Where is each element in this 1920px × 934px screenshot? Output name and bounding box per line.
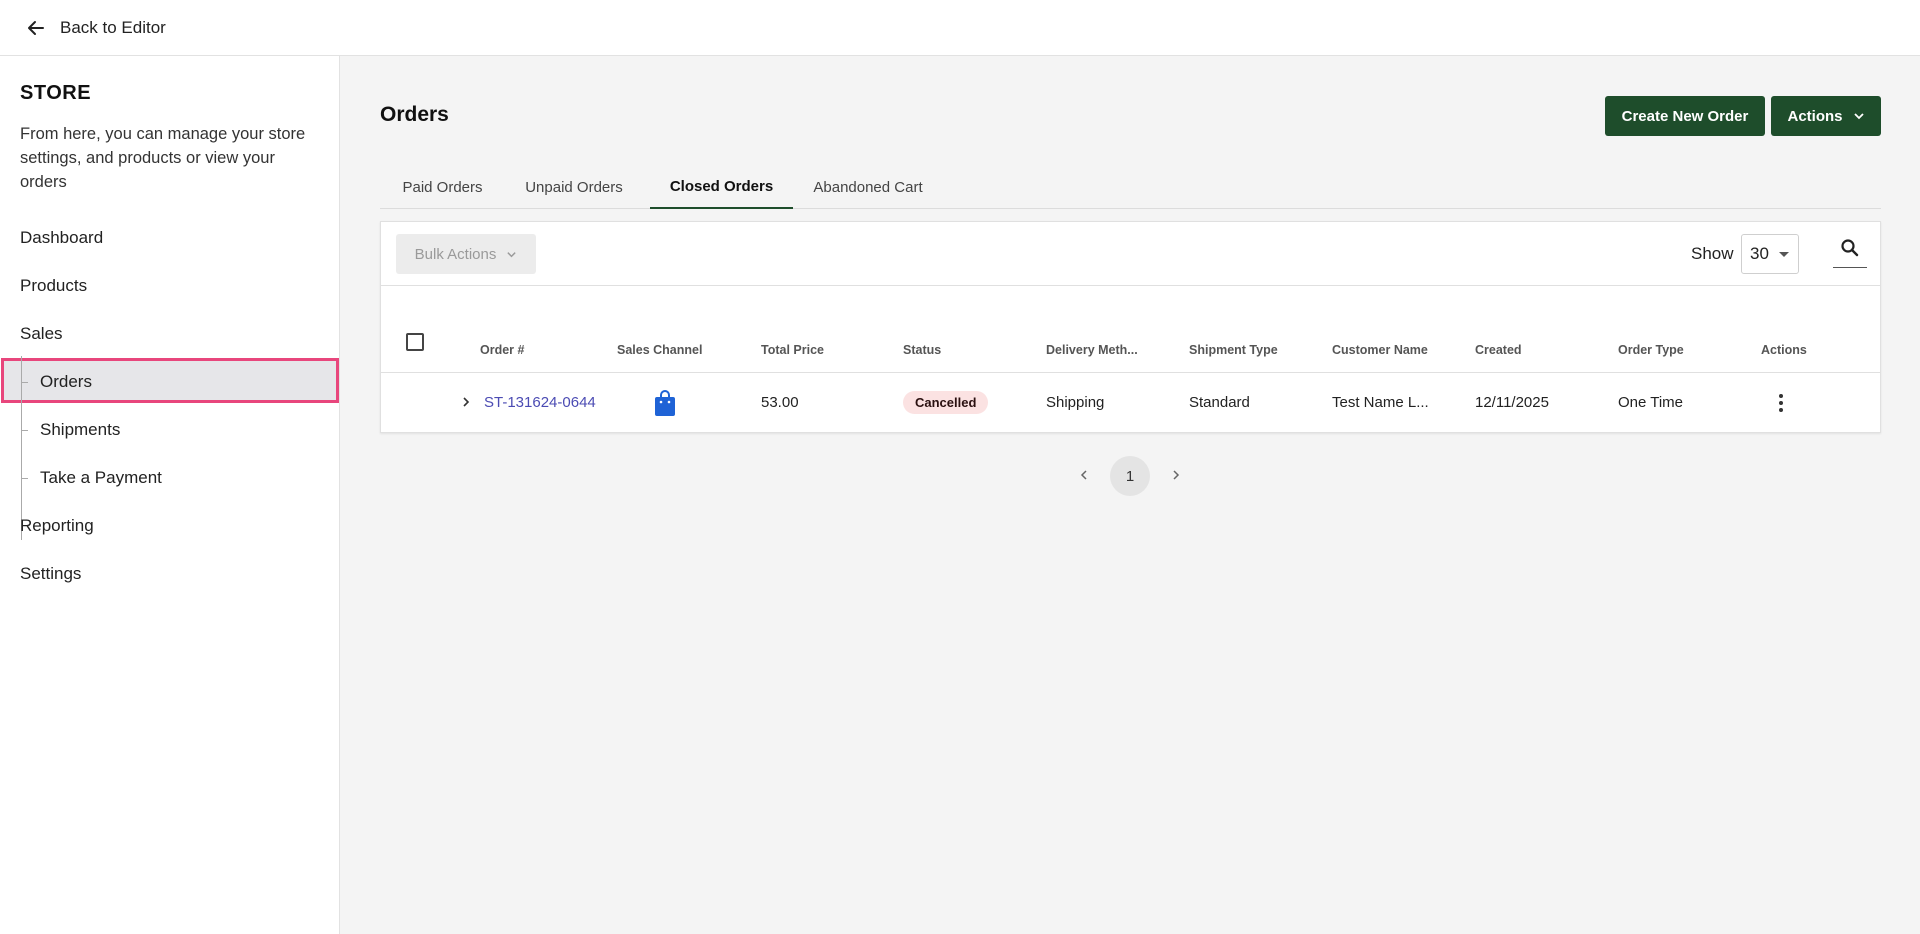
caret-down-icon [1778,251,1789,257]
page-size-select[interactable]: 30 [1741,234,1799,274]
table-header: Order # Sales Channel Total Price Status… [381,286,1880,373]
show-label: Show [1691,244,1734,263]
orders-table-card: Bulk Actions Show 30 Order # Sales Chann… [380,221,1881,433]
sidebar-item-shipments[interactable]: Shipments [40,420,120,440]
tree-tick [21,430,28,431]
order-type-cell: One Time [1618,394,1684,411]
actions-button[interactable]: Actions [1771,96,1881,136]
select-all-checkbox[interactable] [406,333,424,351]
top-bar: Back to Editor [0,0,1920,56]
delivery-method-cell: Shipping [1046,394,1105,411]
page-title: Orders [380,103,449,126]
order-number-link[interactable]: ST-131624-0644 [484,394,596,411]
sidebar: STORE From here, you can manage your sto… [0,56,340,934]
tab-closed-orders[interactable]: Closed Orders [650,166,793,209]
row-actions-menu-icon[interactable] [1771,392,1791,414]
table-row[interactable]: ST-131624-0644 53.00 Cancelled Shipping … [381,373,1880,433]
sidebar-item-reporting[interactable]: Reporting [20,516,94,536]
total-price-cell: 53.00 [761,394,799,411]
sidebar-item-dashboard[interactable]: Dashboard [20,228,103,248]
arrow-left-icon [28,20,44,35]
back-to-editor-link[interactable]: Back to Editor [26,18,166,38]
chevron-down-icon [507,251,517,257]
tab-unpaid-orders[interactable]: Unpaid Orders [505,166,643,209]
sidebar-item-settings[interactable]: Settings [20,564,81,584]
sidebar-item-products[interactable]: Products [20,276,87,296]
column-header-delivery-method[interactable]: Delivery Meth... [1046,343,1138,357]
bulk-actions-button[interactable]: Bulk Actions [396,234,536,274]
shipment-type-cell: Standard [1189,394,1250,411]
page-size-value: 30 [1750,244,1769,263]
search-button[interactable] [1833,238,1867,268]
status-badge: Cancelled [903,391,989,414]
bulk-actions-label: Bulk Actions [414,245,497,263]
tab-paid-orders[interactable]: Paid Orders [380,166,505,209]
sidebar-description: From here, you can manage your store set… [20,125,306,191]
column-header-shipment-type[interactable]: Shipment Type [1189,343,1278,357]
shopping-bag-icon [655,390,675,416]
column-header-customer-name[interactable]: Customer Name [1332,343,1428,357]
column-header-actions: Actions [1761,343,1807,357]
column-header-total-price[interactable]: Total Price [761,343,824,357]
order-tabs: Paid Orders Unpaid Orders Closed Orders … [380,166,1881,209]
create-new-order-label: Create New Order [1621,107,1749,125]
sidebar-item-orders[interactable]: Orders [40,372,92,392]
tree-line [21,356,22,540]
create-new-order-button[interactable]: Create New Order [1605,96,1765,136]
actions-button-label: Actions [1787,107,1843,125]
chevron-right-icon[interactable] [1169,468,1183,482]
table-toolbar: Bulk Actions Show 30 [381,222,1880,286]
column-header-order-number[interactable]: Order # [480,343,524,357]
column-header-status[interactable]: Status [903,343,941,357]
page-number-button[interactable]: 1 [1110,456,1150,496]
tab-abandoned-cart[interactable]: Abandoned Cart [793,166,943,209]
tree-tick [21,382,28,383]
column-header-created[interactable]: Created [1475,343,1522,357]
customer-name-cell: Test Name L... [1332,394,1429,411]
sidebar-title: STORE [20,82,92,104]
chevron-right-icon[interactable] [459,395,473,409]
chevron-left-icon[interactable] [1077,468,1091,482]
column-header-sales-channel[interactable]: Sales Channel [617,343,702,357]
created-date-cell: 12/11/2025 [1475,394,1549,411]
sidebar-item-sales[interactable]: Sales [20,324,63,344]
chevron-down-icon [1853,113,1864,120]
sidebar-item-take-a-payment[interactable]: Take a Payment [40,468,162,488]
tree-tick [21,478,28,479]
column-header-order-type[interactable]: Order Type [1618,343,1684,357]
back-to-editor-label: Back to Editor [60,17,166,37]
search-icon [1841,239,1859,257]
